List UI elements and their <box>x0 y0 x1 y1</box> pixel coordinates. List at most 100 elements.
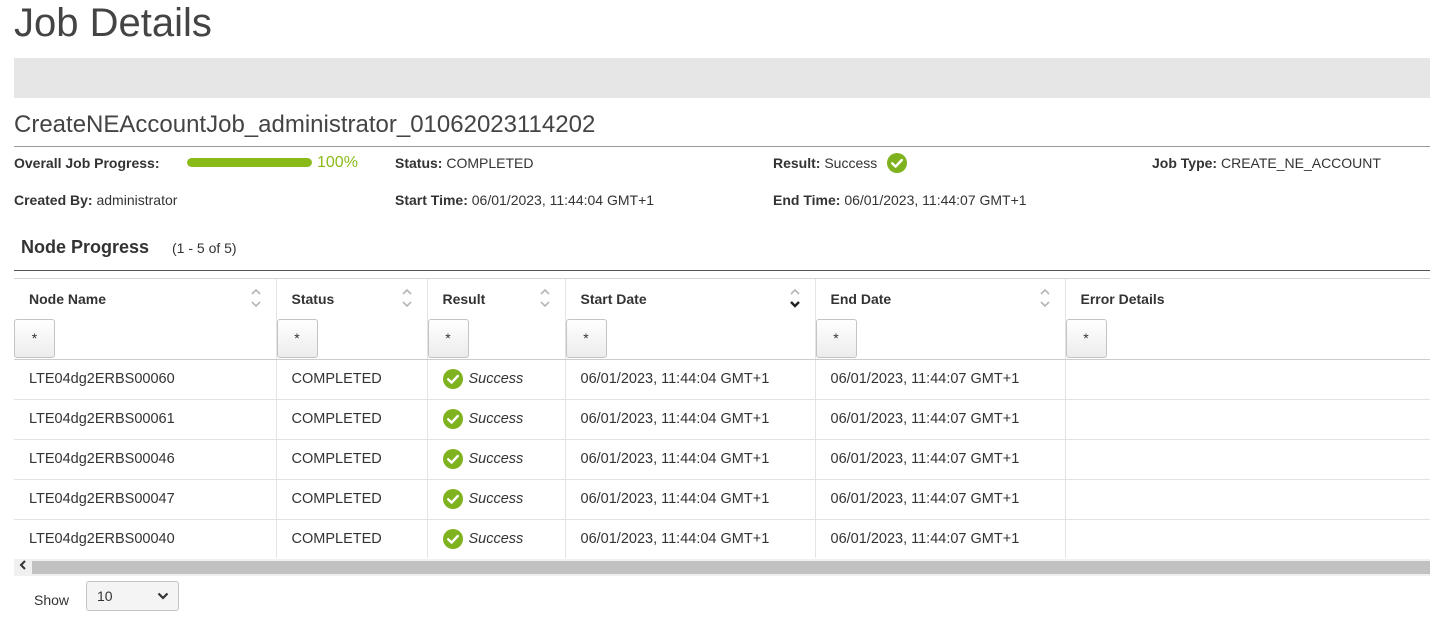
job-type-value: CREATE_NE_ACCOUNT <box>1220 155 1381 171</box>
check-circle-icon <box>442 369 463 389</box>
check-circle-icon <box>442 489 463 509</box>
created-by-value: administrator <box>96 192 178 208</box>
column-header-label: Start Date <box>580 290 647 307</box>
sort-arrows-icon[interactable] <box>401 287 413 309</box>
start-date-cell: 06/01/2023, 11:44:04 GMT+1 <box>565 479 816 520</box>
node-progress-table: Node Name Status Result Start Date End Date E… <box>14 278 1430 558</box>
job-name: CreateNEAccountJob_administrator_0106202… <box>14 111 596 138</box>
table-row[interactable]: LTE04dg2ERBS00060 COMPLETED Success 06/01/2… <box>14 359 1430 400</box>
show-label: Show <box>34 592 70 608</box>
filter-cell: * <box>427 318 566 360</box>
filter-cell: * <box>815 318 1066 360</box>
sort-arrows-icon[interactable] <box>539 287 551 309</box>
filter-cell: * <box>14 318 277 360</box>
error-details-cell <box>1065 479 1430 520</box>
page-title: Job Details <box>14 1 212 45</box>
status-label: Status: <box>395 155 443 171</box>
column-header-label: Result <box>442 290 486 307</box>
status-cell: COMPLETED <box>276 479 428 520</box>
column-header-node-name[interactable]: Node Name <box>14 279 277 318</box>
start-date-cell: 06/01/2023, 11:44:04 GMT+1 <box>565 439 816 480</box>
filter-cell: * <box>1065 318 1430 360</box>
check-circle-icon <box>442 449 463 469</box>
scrollbar-thumb[interactable] <box>32 561 1430 574</box>
column-header-status[interactable]: Status <box>276 279 428 318</box>
end-time-field: End Time: 06/01/2023, 11:44:07 GMT+1 <box>773 191 1027 209</box>
column-header-error-details: Error Details <box>1065 279 1430 318</box>
node-name-cell: LTE04dg2ERBS00047 <box>14 479 277 520</box>
section-divider <box>14 270 1430 271</box>
status-cell: COMPLETED <box>276 519 428 558</box>
start-time-field: Start Time: 06/01/2023, 11:44:04 GMT+1 <box>395 191 654 209</box>
filter-button-node-name[interactable]: * <box>14 319 55 358</box>
column-header-result[interactable]: Result <box>427 279 566 318</box>
column-header-label: Error Details <box>1080 290 1165 307</box>
column-header-start-date[interactable]: Start Date <box>565 279 816 318</box>
error-details-cell <box>1065 439 1430 480</box>
node-progress-count: (1 - 5 of 5) <box>172 240 237 256</box>
node-name-cell: LTE04dg2ERBS00061 <box>14 399 277 440</box>
job-type-label: Job Type: <box>1152 155 1218 171</box>
page-size-value: 10 <box>97 588 113 604</box>
result-cell: Success <box>427 519 566 558</box>
start-time-value: 06/01/2023, 11:44:04 GMT+1 <box>471 192 655 208</box>
action-bar <box>14 58 1430 98</box>
table-row[interactable]: LTE04dg2ERBS00061 COMPLETED Success 06/01/2… <box>14 399 1430 440</box>
column-header-label: Node Name <box>29 290 107 307</box>
status-cell: COMPLETED <box>276 359 428 400</box>
page-size-select[interactable]: 10 <box>86 581 179 611</box>
job-divider <box>14 146 1430 147</box>
table-row[interactable]: LTE04dg2ERBS00040 COMPLETED Success 06/01/2… <box>14 519 1430 558</box>
horizontal-scrollbar[interactable] <box>14 559 1430 576</box>
sort-arrows-icon[interactable] <box>789 287 801 309</box>
created-by-field: Created By: administrator <box>14 191 177 209</box>
start-date-cell: 06/01/2023, 11:44:04 GMT+1 <box>565 359 816 400</box>
progress-bar <box>187 158 312 167</box>
result-label: Result: <box>773 155 821 171</box>
table-row[interactable]: LTE04dg2ERBS00047 COMPLETED Success 06/01/2… <box>14 479 1430 520</box>
node-name-cell: LTE04dg2ERBS00060 <box>14 359 277 400</box>
status-value: COMPLETED <box>446 155 534 171</box>
filter-button-end-date[interactable]: * <box>815 319 857 358</box>
result-cell: Success <box>427 479 566 520</box>
error-details-cell <box>1065 519 1430 558</box>
result-text: Success <box>468 531 524 547</box>
end-date-cell: 06/01/2023, 11:44:07 GMT+1 <box>815 359 1066 400</box>
result-cell: Success <box>427 439 566 480</box>
result-text: Success <box>468 371 524 387</box>
sort-arrows-icon[interactable] <box>250 287 262 309</box>
start-time-label: Start Time: <box>395 192 468 208</box>
status-field: Status: COMPLETED <box>395 154 533 172</box>
status-cell: COMPLETED <box>276 399 428 440</box>
progress-percent: 100% <box>317 154 358 171</box>
result-text: Success <box>468 491 524 507</box>
filter-cell: * <box>276 318 428 360</box>
chevron-left-icon[interactable] <box>14 559 31 576</box>
end-time-label: End Time: <box>773 192 841 208</box>
filter-button-result[interactable]: * <box>427 319 469 358</box>
progress-bar-fill <box>187 158 312 167</box>
status-cell: COMPLETED <box>276 439 428 480</box>
column-header-label: Status <box>291 290 335 307</box>
result-field: Result: Success <box>773 154 877 172</box>
end-date-cell: 06/01/2023, 11:44:07 GMT+1 <box>815 479 1066 520</box>
filter-button-error-details[interactable]: * <box>1065 319 1107 358</box>
start-date-cell: 06/01/2023, 11:44:04 GMT+1 <box>565 519 816 558</box>
start-date-cell: 06/01/2023, 11:44:04 GMT+1 <box>565 399 816 440</box>
column-header-end-date[interactable]: End Date <box>815 279 1066 318</box>
column-header-label: End Date <box>830 290 892 307</box>
result-cell: Success <box>427 399 566 440</box>
end-time-value: 06/01/2023, 11:44:07 GMT+1 <box>844 192 1027 208</box>
end-date-cell: 06/01/2023, 11:44:07 GMT+1 <box>815 399 1066 440</box>
table-row[interactable]: LTE04dg2ERBS00046 COMPLETED Success 06/01/2… <box>14 439 1430 480</box>
sort-arrows-icon[interactable] <box>1039 287 1051 309</box>
created-by-label: Created By: <box>14 192 93 208</box>
filter-button-start-date[interactable]: * <box>565 319 607 358</box>
node-name-cell: LTE04dg2ERBS00046 <box>14 439 277 480</box>
result-cell: Success <box>427 359 566 400</box>
filter-button-status[interactable]: * <box>276 319 318 358</box>
error-details-cell <box>1065 359 1430 400</box>
check-circle-icon <box>442 409 463 429</box>
node-name-cell: LTE04dg2ERBS00040 <box>14 519 277 558</box>
chevron-down-icon <box>157 592 169 600</box>
